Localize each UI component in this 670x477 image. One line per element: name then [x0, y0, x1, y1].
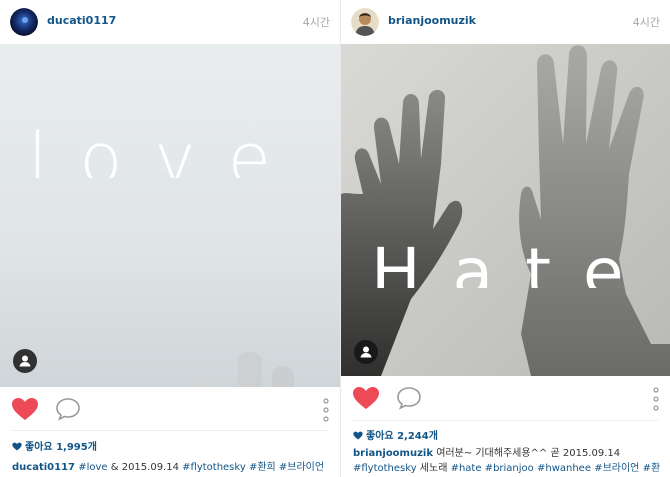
comment-icon[interactable]: [396, 386, 422, 410]
hashtag-link[interactable]: #환희: [249, 462, 276, 473]
hashtag-link[interactable]: #브라이언: [594, 463, 639, 474]
heart-icon: [353, 431, 363, 443]
hashtag-link[interactable]: #love: [78, 462, 107, 473]
timestamp: 4시간: [302, 16, 330, 29]
hashtag-link[interactable]: #flytothesky: [353, 463, 417, 474]
like-count-label: 좋아요 1,995개: [25, 442, 97, 453]
heart-icon[interactable]: [11, 397, 39, 421]
caption-text: #love & 2015.09.14 #flytothesky #환희 #브라이…: [78, 462, 324, 473]
avatar[interactable]: [10, 8, 38, 36]
hashtag-link[interactable]: #hwanhee: [537, 463, 591, 474]
action-bar: [0, 387, 340, 431]
user-tag-icon[interactable]: [13, 349, 37, 373]
post-ducati0117: ducati0117 4시간 love 좋아요 1,995개 ducati011…: [0, 0, 340, 477]
more-options-icon[interactable]: [652, 386, 660, 412]
like-count-label: 좋아요 2,244개: [366, 431, 438, 442]
post-header: ducati0117 4시간: [0, 0, 340, 44]
hashtag-link[interactable]: #flytothesky: [182, 462, 246, 473]
photo-text-overlay: Hate: [371, 240, 656, 288]
like-count[interactable]: 좋아요 2,244개: [353, 427, 438, 443]
heart-icon: [12, 442, 22, 454]
divider: [11, 430, 329, 431]
timestamp: 4시간: [632, 16, 660, 29]
divider: [352, 420, 659, 421]
post-photo[interactable]: Hate: [341, 44, 670, 376]
avatar[interactable]: [351, 8, 379, 36]
caption-segment: 세노래: [416, 463, 451, 474]
caption-segment: 여러분~ 기대해주세용^^ 곧 2015.09.14: [436, 448, 621, 459]
hashtag-link[interactable]: #브라이언: [279, 462, 324, 473]
hashtag-link[interactable]: #brianjoo: [485, 463, 534, 474]
username[interactable]: brianjoomuzik: [388, 14, 476, 27]
post-header: brianjoomuzik 4시간: [341, 0, 670, 44]
post-photo[interactable]: love: [0, 44, 340, 387]
caption: brianjoomuzik 여러분~ 기대해주세용^^ 곧 2015.09.14…: [353, 446, 662, 477]
heart-icon[interactable]: [352, 386, 380, 410]
hashtag-link[interactable]: #hate: [451, 463, 482, 474]
username[interactable]: ducati0117: [47, 14, 116, 27]
caption-username[interactable]: ducati0117: [12, 462, 75, 473]
more-options-icon[interactable]: [322, 397, 330, 423]
post-brianjoomuzik: brianjoomuzik 4시간 Hate 좋아요 2,244개 brianj…: [340, 0, 670, 477]
like-count[interactable]: 좋아요 1,995개: [12, 438, 97, 454]
action-bar: [341, 376, 670, 420]
caption-segment: & 2015.09.14: [107, 462, 183, 473]
comment-icon[interactable]: [55, 397, 81, 421]
caption-username[interactable]: brianjoomuzik: [353, 448, 433, 459]
user-tag-icon[interactable]: [354, 340, 378, 364]
caption: ducati0117 #love & 2015.09.14 #flytothes…: [12, 460, 332, 475]
photo-text-overlay: love: [28, 124, 303, 178]
